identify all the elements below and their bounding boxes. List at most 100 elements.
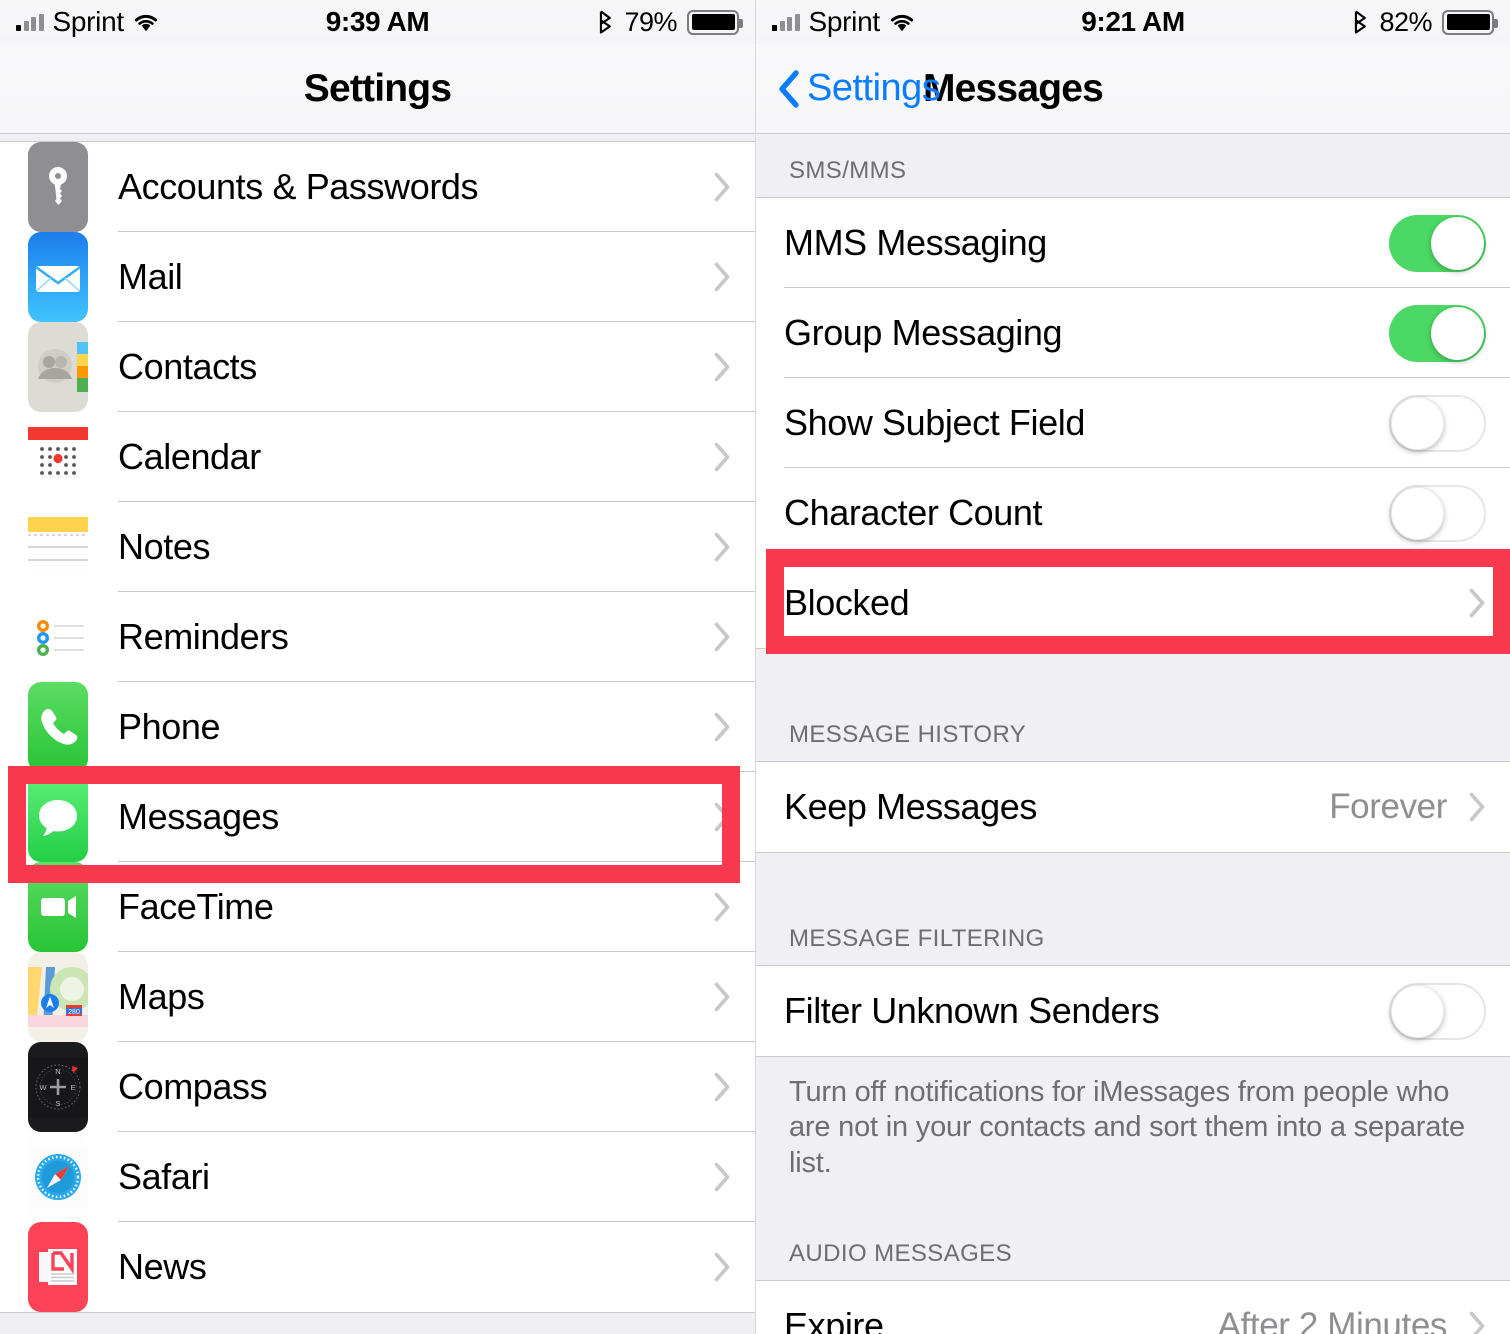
row-accessory [714,1252,755,1282]
setting-row-character-count[interactable]: Character Count [756,468,1510,558]
toggle-knob [1391,984,1444,1038]
sidebar-item-accounts-passwords[interactable]: Accounts & Passwords [0,142,755,232]
chevron-right-icon [714,172,730,202]
chevron-right-icon [714,1252,730,1282]
battery-percent-label: 82% [1379,6,1432,37]
chevron-right-icon [714,982,730,1012]
facetime-icon [28,862,88,952]
toggle-knob [1391,396,1444,450]
navigation-bar: Settings Messages [756,44,1510,134]
setting-row-label: MMS Messaging [784,222,1047,263]
toggle-knob [1431,216,1484,270]
chevron-right-icon [1469,792,1485,822]
contacts-icon [28,322,88,412]
setting-row-label: Keep Messages [784,786,1037,827]
section-header: AUDIO MESSAGES [756,1205,1510,1282]
right-phone-screen: Sprint 9:21 AM 82% Settings Messages SMS… [755,0,1510,1334]
status-bar-right: 79% [598,6,743,38]
toggle-switch[interactable] [1389,982,1486,1040]
sidebar-item-safari[interactable]: Safari [0,1132,755,1222]
row-accessory [1389,304,1510,362]
row-accessory [714,712,755,742]
chevron-right-icon [714,352,730,382]
status-bar-right: 82% [1353,6,1498,38]
toggle-knob [1431,306,1484,360]
status-bar-left: Sprint [772,6,915,38]
chevron-right-icon [714,262,730,292]
sidebar-item-label: News [118,1246,207,1287]
notes-icon [28,502,88,592]
sidebar-item-notes[interactable]: Notes [0,502,755,592]
battery-percent-label: 79% [624,6,677,37]
sidebar-item-label: Contacts [118,346,257,387]
messages-icon [28,772,88,862]
left-phone-screen: Sprint 9:39 AM 79% Settings Accounts & P… [0,0,755,1334]
sidebar-item-label: Mail [118,256,183,297]
toggle-switch[interactable] [1389,304,1486,362]
section-gap [756,648,1510,686]
section-header: MESSAGE FILTERING [756,890,1510,966]
setting-row-group-messaging[interactable]: Group Messaging [756,288,1510,378]
status-bar: Sprint 9:21 AM 82% [756,0,1510,44]
setting-row-filter-unknown-senders[interactable]: Filter Unknown Senders [756,966,1510,1056]
sidebar-item-messages[interactable]: Messages [0,772,755,862]
row-accessory [714,262,755,292]
sidebar-item-phone[interactable]: Phone [0,682,755,772]
setting-row-show-subject-field[interactable]: Show Subject Field [756,378,1510,468]
toggle-switch[interactable] [1389,394,1486,452]
toggle-switch[interactable] [1389,214,1486,272]
chevron-right-icon [714,892,730,922]
navigation-bar: Settings [0,44,755,134]
sidebar-item-compass[interactable]: N S E W Compass [0,1042,755,1132]
toggle-switch[interactable] [1389,484,1486,542]
setting-row-blocked[interactable]: Blocked [756,558,1510,648]
chevron-right-icon [714,622,730,652]
sidebar-item-reminders[interactable]: Reminders [0,592,755,682]
row-accessory [714,892,755,922]
chevron-right-icon [1469,1311,1485,1334]
carrier-label: Sprint [808,6,881,37]
wifi-icon [890,14,913,32]
setting-row-label: Filter Unknown Senders [784,990,1160,1031]
sidebar-item-mail[interactable]: Mail [0,232,755,322]
battery-icon [687,9,743,35]
settings-list[interactable]: Accounts & Passwords Mail Contacts Calen… [0,134,755,1334]
wifi-icon [134,14,157,32]
back-button[interactable]: Settings [778,67,941,110]
sidebar-item-maps[interactable]: 280 Maps [0,952,755,1042]
section-header: SMS/MMS [756,134,1510,198]
row-accessory [1389,982,1510,1040]
setting-row-keep-messages[interactable]: Keep Messages Forever [756,762,1510,852]
svg-text:N: N [55,1067,60,1076]
sidebar-item-calendar[interactable]: Calendar [0,412,755,502]
svg-text:S: S [55,1099,60,1108]
row-accessory [714,442,755,472]
row-accessory [1469,588,1510,618]
setting-row-label: Show Subject Field [784,402,1085,443]
sidebar-item-label: Safari [118,1156,210,1197]
chevron-right-icon [714,1072,730,1102]
sidebar-item-news[interactable]: News [0,1222,755,1312]
svg-text:W: W [39,1083,47,1092]
phone-icon [28,682,88,772]
setting-row-label: Character Count [784,492,1043,533]
setting-row-mms-messaging[interactable]: MMS Messaging [756,198,1510,288]
messages-settings-list[interactable]: SMS/MMS MMS Messaging Group Messaging Show … [756,134,1510,1334]
maps-icon: 280 [28,952,88,1042]
chevron-right-icon [714,442,730,472]
sidebar-item-contacts[interactable]: Contacts [0,322,755,412]
row-accessory [714,622,755,652]
reminders-icon [28,592,88,682]
cellular-signal-icon [16,13,44,31]
svg-text:E: E [70,1083,75,1092]
list-bottom-spacer [0,1312,755,1334]
svg-text:280: 280 [68,1009,80,1016]
sidebar-item-label: Messages [118,796,279,837]
bluetooth-icon [1355,10,1367,34]
compass-icon: N S E W [28,1042,88,1132]
toggle-knob [1391,486,1444,540]
row-accessory [714,1072,755,1102]
setting-row-expire[interactable]: Expire After 2 Minutes [756,1281,1510,1334]
page-title: Settings [303,66,452,110]
sidebar-item-facetime[interactable]: FaceTime [0,862,755,952]
